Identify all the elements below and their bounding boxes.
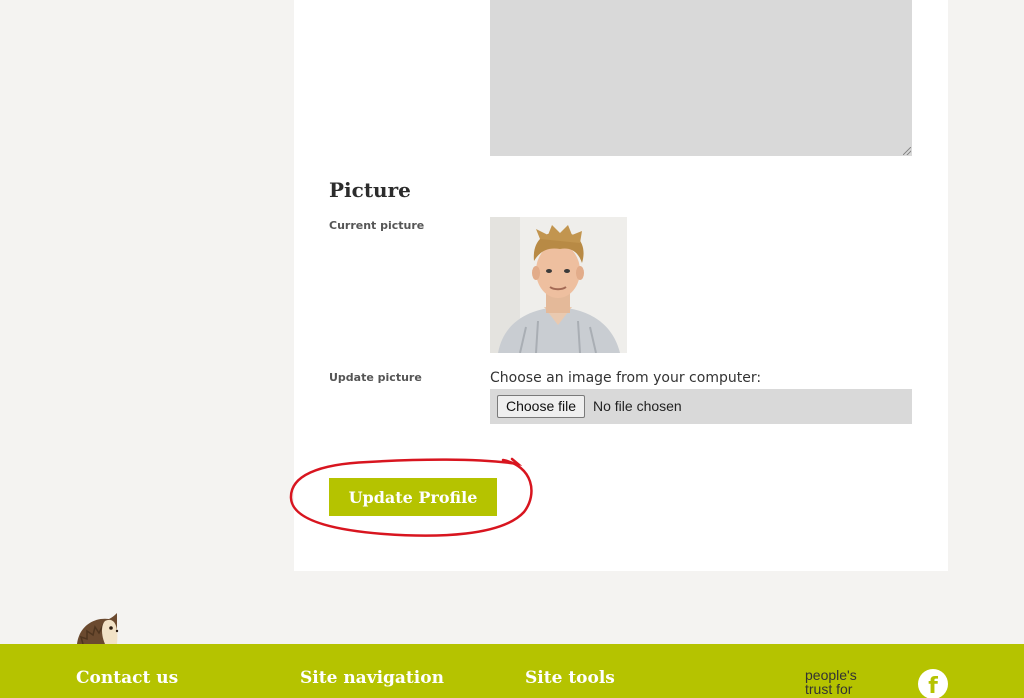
file-upload-field: Choose file No file chosen [490,389,912,424]
bio-textarea[interactable] [490,0,912,156]
picture-section-title: Picture [329,178,411,202]
hedgehog-icon [77,613,119,645]
file-status-text: No file chosen [593,398,682,414]
profile-photo [490,217,627,353]
logo-line-1: people's [805,667,857,683]
site-footer: Contact us Site navigation Site tools pe… [0,644,1024,698]
footer-contact-heading[interactable]: Contact us [76,668,178,688]
ptes-logo[interactable]: people's trust for [805,668,885,696]
resize-grip-icon[interactable] [903,147,911,155]
update-picture-label: Update picture [329,371,422,384]
facebook-icon[interactable]: f [918,669,948,698]
facebook-glyph: f [928,674,938,698]
choose-image-prompt: Choose an image from your computer: [490,370,762,386]
update-profile-button[interactable]: Update Profile [329,478,497,516]
current-picture-label: Current picture [329,219,425,232]
logo-line-2: trust for [805,681,853,697]
choose-file-button[interactable]: Choose file [497,395,586,418]
footer-navigation-heading[interactable]: Site navigation [300,668,444,688]
current-picture-avatar [490,217,627,353]
footer-tools-heading[interactable]: Site tools [525,668,615,688]
